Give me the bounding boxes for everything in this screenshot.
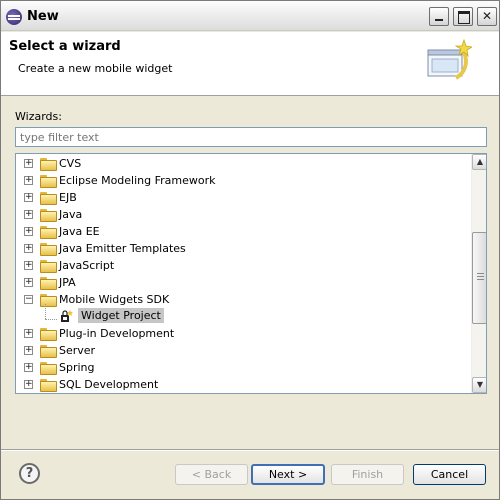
new-wizard-dialog: New ✕ Select a wizard Create a new mobil…: [0, 0, 500, 500]
folder-icon: [40, 379, 57, 392]
expand-icon[interactable]: +: [24, 329, 33, 338]
filter-input[interactable]: [15, 127, 487, 147]
expand-icon[interactable]: +: [24, 261, 33, 270]
next-button[interactable]: Next >: [251, 464, 325, 485]
title-bar[interactable]: New ✕: [1, 1, 499, 31]
finish-button[interactable]: Finish: [331, 464, 404, 485]
tree-item-java[interactable]: + Java: [16, 206, 471, 223]
folder-icon: [40, 158, 57, 171]
wizards-label: Wizards:: [15, 110, 62, 123]
folder-icon: [40, 260, 57, 273]
expand-icon[interactable]: +: [24, 363, 33, 372]
tree-item-label: Server: [59, 344, 96, 357]
tree-item-label: JavaScript: [59, 259, 115, 272]
tree-item-java-emitter-templates[interactable]: + Java Emitter Templates: [16, 240, 471, 257]
folder-open-icon: [40, 294, 57, 307]
expand-icon[interactable]: +: [24, 193, 33, 202]
expand-icon[interactable]: +: [24, 380, 33, 389]
tree-item-label: Java Emitter Templates: [59, 242, 186, 255]
cancel-button[interactable]: Cancel: [413, 464, 486, 485]
tree-item-javascript[interactable]: + JavaScript: [16, 257, 471, 274]
button-bar-separator: [1, 449, 499, 451]
folder-icon: [40, 192, 57, 205]
banner-title: Select a wizard: [9, 39, 121, 54]
tree-item-label: Eclipse Modeling Framework: [59, 174, 216, 187]
folder-icon: [40, 209, 57, 222]
wizard-banner: Select a wizard Create a new mobile widg…: [1, 32, 499, 96]
scroll-down-icon[interactable]: ▼: [472, 377, 486, 393]
expand-icon[interactable]: +: [24, 210, 33, 219]
expand-icon[interactable]: +: [24, 159, 33, 168]
tree-item-label: JPA: [59, 276, 76, 289]
tree-item-widget-project[interactable]: Widget Project: [16, 308, 471, 325]
close-icon[interactable]: ✕: [477, 7, 497, 26]
tree-item-ejb[interactable]: + EJB: [16, 189, 471, 206]
tree-item-spring[interactable]: + Spring: [16, 359, 471, 376]
tree-item-eclipse-modeling-framework[interactable]: + Eclipse Modeling Framework: [16, 172, 471, 189]
tree-item-cvs[interactable]: + CVS: [16, 155, 471, 172]
folder-icon: [40, 277, 57, 290]
expand-icon[interactable]: +: [24, 227, 33, 236]
folder-icon: [40, 243, 57, 256]
folder-icon: [40, 362, 57, 375]
maximize-icon[interactable]: [453, 7, 473, 26]
help-icon[interactable]: ?: [19, 463, 40, 484]
minimize-icon[interactable]: [429, 7, 449, 26]
folder-icon: [40, 226, 57, 239]
expand-icon[interactable]: +: [24, 244, 33, 253]
banner-subtitle: Create a new mobile widget: [18, 62, 173, 75]
tree-item-label: Plug-in Development: [59, 327, 175, 340]
eclipse-icon: [6, 9, 22, 25]
folder-icon: [40, 328, 57, 341]
tree-item-label-selected: Widget Project: [78, 308, 164, 323]
wizard-sparkle-icon: [427, 38, 472, 80]
collapse-icon[interactable]: −: [24, 295, 33, 304]
wizard-tree[interactable]: + CVS + Eclipse Modeling Framework + EJB…: [15, 153, 487, 394]
back-button[interactable]: < Back: [175, 464, 248, 485]
window-title: New: [27, 9, 59, 24]
tree-item-sql-development[interactable]: + SQL Development: [16, 376, 471, 393]
tree-item-label: CVS: [59, 157, 82, 170]
tree-item-java-ee[interactable]: + Java EE: [16, 223, 471, 240]
tree-item-label: Java: [59, 208, 83, 221]
tree-item-label: Spring: [59, 361, 95, 374]
expand-icon[interactable]: +: [24, 278, 33, 287]
folder-icon: [40, 345, 57, 358]
folder-icon: [40, 175, 57, 188]
tree-item-label: SQL Development: [59, 378, 159, 391]
expand-icon[interactable]: +: [24, 176, 33, 185]
tree-item-mobile-widgets-sdk[interactable]: − Mobile Widgets SDK: [16, 291, 471, 308]
tree-item-label: EJB: [59, 191, 77, 204]
tree-item-server[interactable]: + Server: [16, 342, 471, 359]
vertical-scrollbar[interactable]: ▲ ▼: [471, 154, 486, 393]
tree-item-label: Java EE: [59, 225, 100, 238]
scroll-up-icon[interactable]: ▲: [472, 154, 486, 170]
scroll-thumb[interactable]: [472, 232, 486, 324]
widget-project-icon: [61, 310, 73, 322]
tree-item-label: Mobile Widgets SDK: [59, 293, 170, 306]
tree-item-plug-in-development[interactable]: + Plug-in Development: [16, 325, 471, 342]
tree-item-jpa[interactable]: + JPA: [16, 274, 471, 291]
grip-icon: [477, 273, 484, 282]
expand-icon[interactable]: +: [24, 346, 33, 355]
